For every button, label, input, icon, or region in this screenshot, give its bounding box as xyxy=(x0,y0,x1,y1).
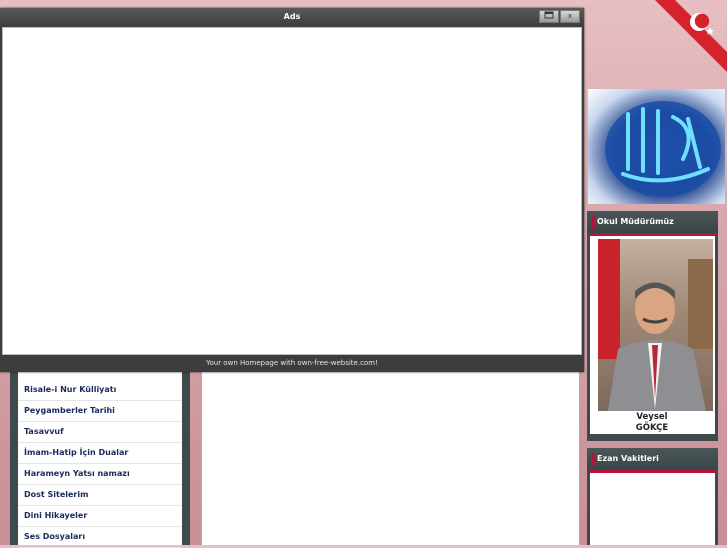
principal-first-name: Veysel xyxy=(636,412,668,422)
ads-title: Ads xyxy=(0,8,584,25)
nav-item-hikayeler[interactable]: Dini Hikayeler xyxy=(18,506,182,527)
prayer-times-panel: Ezan Vakitleri xyxy=(587,448,718,545)
principal-body: Veysel GÖKÇE xyxy=(590,236,715,434)
ads-frame xyxy=(2,27,582,355)
principal-panel: Okul Müdürümüz Veysel GÖKÇE xyxy=(587,211,718,441)
principal-last-name: GÖKÇE xyxy=(635,423,669,433)
close-button[interactable]: x xyxy=(560,10,580,23)
nav-item-dualar[interactable]: İmam-Hatip İçin Dualar xyxy=(18,443,182,464)
left-navigation: Risale-i Nur Külliyatı Peygamberler Tari… xyxy=(10,372,190,548)
nav-item-harameyn[interactable]: Harameyn Yatsı namazı xyxy=(18,464,182,485)
principal-photo xyxy=(598,239,713,411)
nav-item-risale[interactable]: Risale-i Nur Külliyatı xyxy=(18,380,182,401)
window-controls: x xyxy=(539,10,580,23)
calligraphy-image xyxy=(588,89,725,204)
prayer-times-heading: Ezan Vakitleri xyxy=(587,448,718,470)
ads-popup: Ads x Your own Homepage with own-free-we… xyxy=(0,8,584,372)
minimize-icon[interactable] xyxy=(539,10,559,23)
nav-item-dost-siteler[interactable]: Dost Sitelerim xyxy=(18,485,182,506)
turkish-flag-icon xyxy=(655,0,727,72)
nav-item-tasavvuf[interactable]: Tasavvuf xyxy=(18,422,182,443)
prayer-times-body xyxy=(590,473,715,545)
nav-item-peygamberler[interactable]: Peygamberler Tarihi xyxy=(18,401,182,422)
principal-heading: Okul Müdürümüz xyxy=(587,211,718,233)
main-content xyxy=(201,372,580,545)
ads-footer-link[interactable]: Your own Homepage with own-free-website.… xyxy=(0,355,584,372)
nav-list: Risale-i Nur Külliyatı Peygamberler Tari… xyxy=(18,372,182,548)
